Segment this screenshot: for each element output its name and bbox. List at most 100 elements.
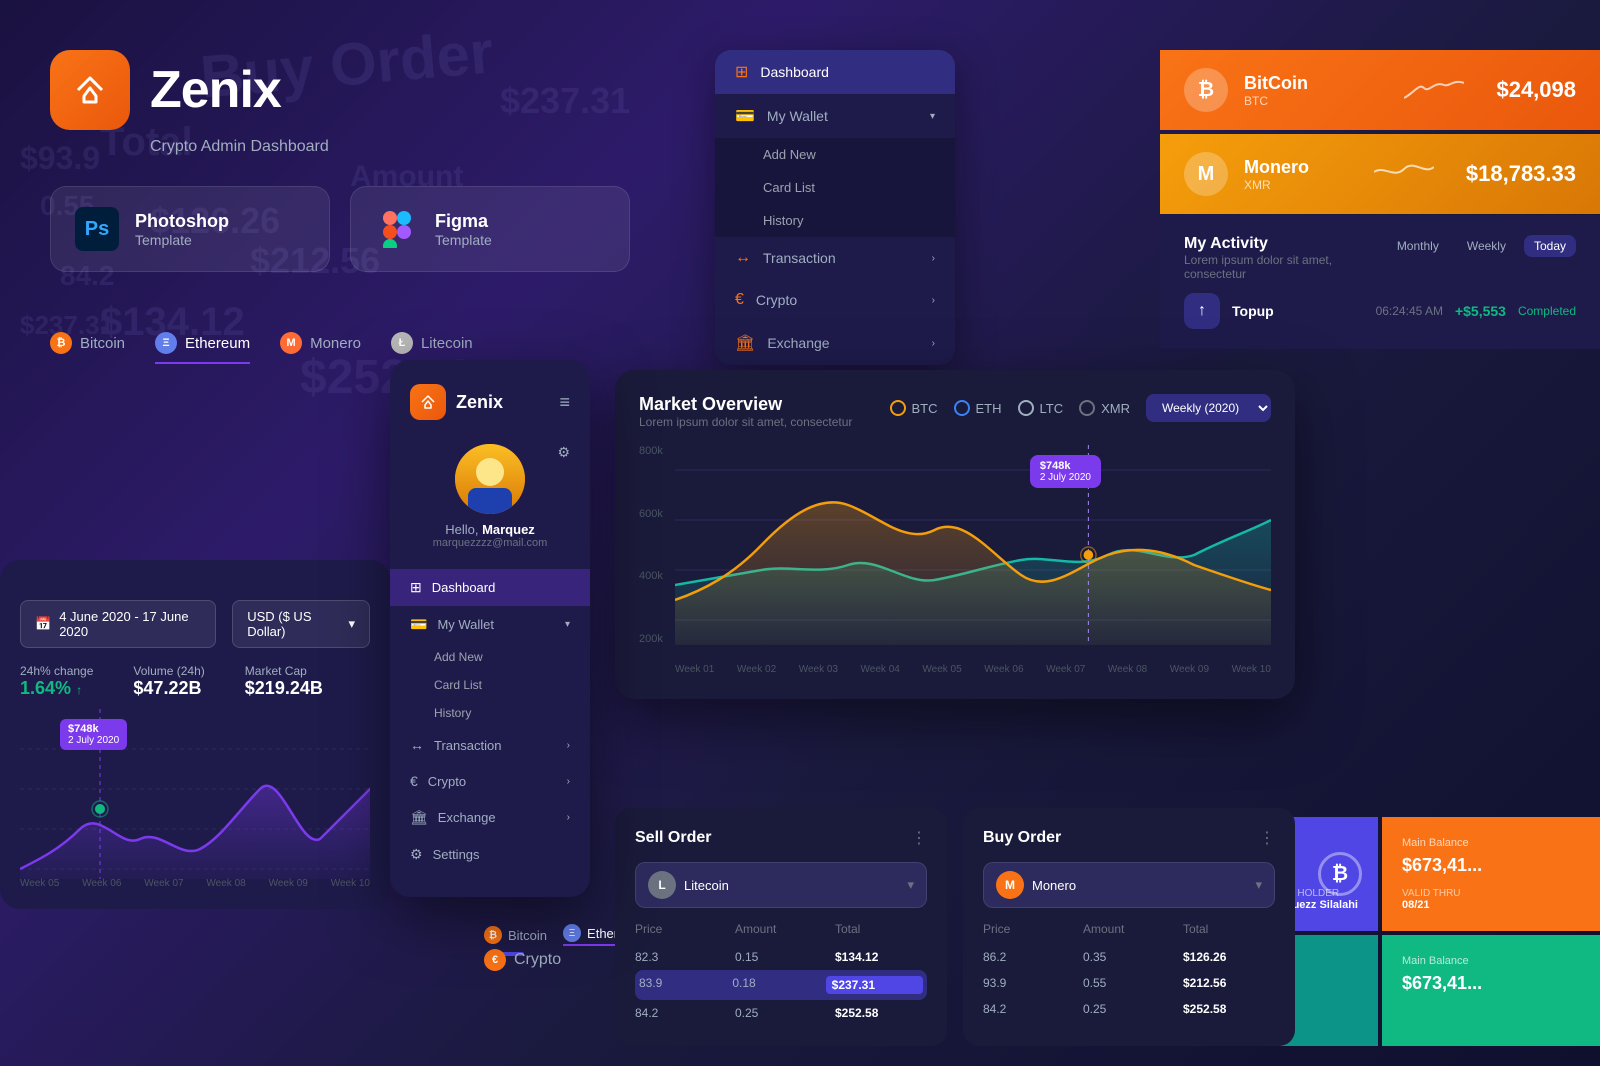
sell-order-menu[interactable]: ⋮: [911, 828, 927, 848]
total-col-header: Total: [835, 922, 927, 936]
bitcoin-mini-chart: [1404, 73, 1464, 108]
filter-today[interactable]: Today: [1524, 235, 1576, 257]
litecoin-select-icon: L: [648, 871, 676, 899]
topup-icon: ↑: [1184, 293, 1220, 329]
activity-filters: Monthly Weekly Today: [1387, 235, 1576, 257]
bitcoin-tab-label: Bitcoin: [80, 335, 125, 352]
exchange-chevron-icon: ›: [567, 812, 570, 823]
nav-transaction[interactable]: ↔ Transaction ›: [390, 727, 590, 763]
nav-add-new[interactable]: Add New: [715, 138, 955, 171]
buy-row-3: 84.2 0.25 $252.58: [983, 996, 1275, 1022]
wallet-chevron-icon: ▾: [565, 619, 570, 630]
balance-card-2[interactable]: Main Balance $673,41... VALID THRU 08/21: [1382, 817, 1600, 931]
exchange-icon: 🏛: [735, 333, 755, 353]
activity-status: Completed: [1518, 304, 1576, 318]
nav-dashboard[interactable]: ⊞ Dashboard: [390, 569, 590, 606]
market-x-labels: Week 01 Week 02 Week 03 Week 04 Week 05 …: [675, 664, 1271, 675]
sell-coin-select[interactable]: L Litecoin ▾: [635, 862, 927, 908]
change-label: 24h% change: [20, 664, 93, 678]
market-cap-value: $219.24B: [245, 678, 323, 699]
nav-wallet[interactable]: 💳 My Wallet ▾: [390, 606, 590, 643]
nav-exchange[interactable]: 🏛 Exchange ›: [390, 799, 590, 836]
buy-coin-select[interactable]: M Monero ▾: [983, 862, 1275, 908]
filter-xmr[interactable]: XMR: [1079, 400, 1130, 416]
ethereum-tab-label: Ethereum: [185, 335, 250, 352]
tab-monero[interactable]: M Monero: [280, 332, 361, 364]
ltc-filter-dot: [1018, 400, 1034, 416]
top-nav-crypto[interactable]: € Crypto ›: [715, 279, 955, 321]
week-label: Week 06: [82, 878, 121, 889]
nav-card-list[interactable]: Card List: [715, 171, 955, 204]
nav-history[interactable]: History: [715, 204, 955, 237]
figma-card[interactable]: Figma Template: [350, 186, 630, 272]
top-nav-transaction-label: Transaction: [763, 250, 836, 266]
top-nav-crypto-label: Crypto: [756, 292, 797, 308]
buy-table-header: Price Amount Total: [983, 922, 1275, 936]
top-nav-exchange[interactable]: 🏛 Exchange ›: [715, 321, 955, 365]
transaction-nav-label: Transaction: [434, 738, 501, 753]
filter-weekly[interactable]: Weekly: [1457, 235, 1516, 257]
nav-settings[interactable]: ⚙ Settings: [390, 836, 590, 873]
buy-total-col-header: Total: [1183, 922, 1275, 936]
buy-order-menu[interactable]: ⋮: [1259, 828, 1275, 848]
bitcoin-card[interactable]: ₿ BitCoin BTC $24,098: [1160, 50, 1600, 130]
market-chart-svg: [675, 445, 1271, 645]
filter-ltc[interactable]: LTC: [1018, 400, 1064, 416]
filter-btc[interactable]: BTC: [890, 400, 938, 416]
brand-subtitle: Crypto Admin Dashboard: [150, 138, 630, 156]
settings-icon[interactable]: ⚙: [557, 444, 570, 461]
nav-crypto[interactable]: € Crypto ›: [390, 763, 590, 799]
dashboard-nav-icon: ⊞: [410, 579, 422, 596]
chart-tooltip: $748k 2 July 2020: [60, 719, 127, 750]
date-filter-value: 4 June 2020 - 17 June 2020: [59, 609, 201, 639]
chevron-right-icon3: ›: [932, 338, 935, 349]
top-nav-wallet[interactable]: 💳 My Wallet ▾: [715, 94, 955, 138]
filter-row: 📅 4 June 2020 - 17 June 2020 USD ($ US D…: [20, 600, 370, 648]
monero-card-icon: M: [1184, 152, 1228, 196]
tooltip-value: $748k: [68, 723, 119, 735]
filter-monthly[interactable]: Monthly: [1387, 235, 1449, 257]
buy-coin-name: Monero: [1032, 878, 1076, 893]
filter-eth[interactable]: ETH: [954, 400, 1002, 416]
currency-filter[interactable]: USD ($ US Dollar) ▾: [232, 600, 370, 648]
buy-order-panel: Buy Order ⋮ M Monero ▾ Price Amount Tota…: [963, 808, 1295, 1046]
top-sidebar: ⊞ Dashboard 💳 My Wallet ▾ Add New Card L…: [715, 50, 955, 365]
bitcoin-symbol: BTC: [1244, 94, 1372, 108]
photoshop-card[interactable]: Ps Photoshop Template: [50, 186, 330, 272]
sidebar-brand-name: Zenix: [456, 392, 503, 413]
balance-card-4[interactable]: Main Balance $673,41...: [1382, 935, 1600, 1046]
nav-history-sub[interactable]: History: [434, 699, 590, 727]
xmr-filter-label: XMR: [1101, 401, 1130, 416]
bitcoin-card-icon: ₿: [1184, 68, 1228, 112]
top-nav-transaction[interactable]: ↔ Transaction ›: [715, 237, 955, 279]
dashboard-nav-label: Dashboard: [432, 580, 496, 595]
crypto-tab-icon: €: [484, 949, 506, 971]
wallet-submenu: Add New Card List History: [715, 138, 955, 237]
bottom-tab-bitcoin[interactable]: ₿ Bitcoin: [484, 926, 547, 944]
calendar-icon: 📅: [35, 616, 51, 632]
period-select[interactable]: Weekly (2020) Monthly (2020): [1146, 394, 1271, 422]
buy-row-2: 93.9 0.55 $212.56: [983, 970, 1275, 996]
buy-row-1: 86.2 0.35 $126.26: [983, 944, 1275, 970]
chevron-down-icon: ▾: [348, 616, 355, 632]
monero-tab-label: Monero: [310, 335, 361, 352]
tab-bitcoin[interactable]: ₿ Bitcoin: [50, 332, 125, 364]
sell-row-3: 84.2 0.25 $252.58: [635, 1000, 927, 1026]
amount-col-header: Amount: [735, 922, 827, 936]
monero-tab-icon: M: [280, 332, 302, 354]
hamburger-icon[interactable]: ≡: [559, 392, 570, 413]
figma-subtitle: Template: [435, 232, 492, 248]
tab-ethereum[interactable]: Ξ Ethereum: [155, 332, 250, 364]
bottom-eth-icon: Ξ: [563, 924, 581, 942]
monero-mini-chart: [1374, 157, 1434, 192]
settings-nav-label: Settings: [433, 847, 480, 862]
date-filter[interactable]: 📅 4 June 2020 - 17 June 2020: [20, 600, 216, 648]
nav-add-new-sub[interactable]: Add New: [434, 643, 590, 671]
monero-card[interactable]: M Monero XMR $18,783.33: [1160, 134, 1600, 214]
nav-card-list-sub[interactable]: Card List: [434, 671, 590, 699]
crypto-bottom-label: Crypto: [514, 951, 561, 969]
wallet-nav-icon: 💳: [410, 616, 427, 633]
top-nav-dashboard[interactable]: ⊞ Dashboard: [715, 50, 955, 94]
market-tooltip: $748k 2 July 2020: [1030, 455, 1101, 488]
btc-filter-dot: [890, 400, 906, 416]
